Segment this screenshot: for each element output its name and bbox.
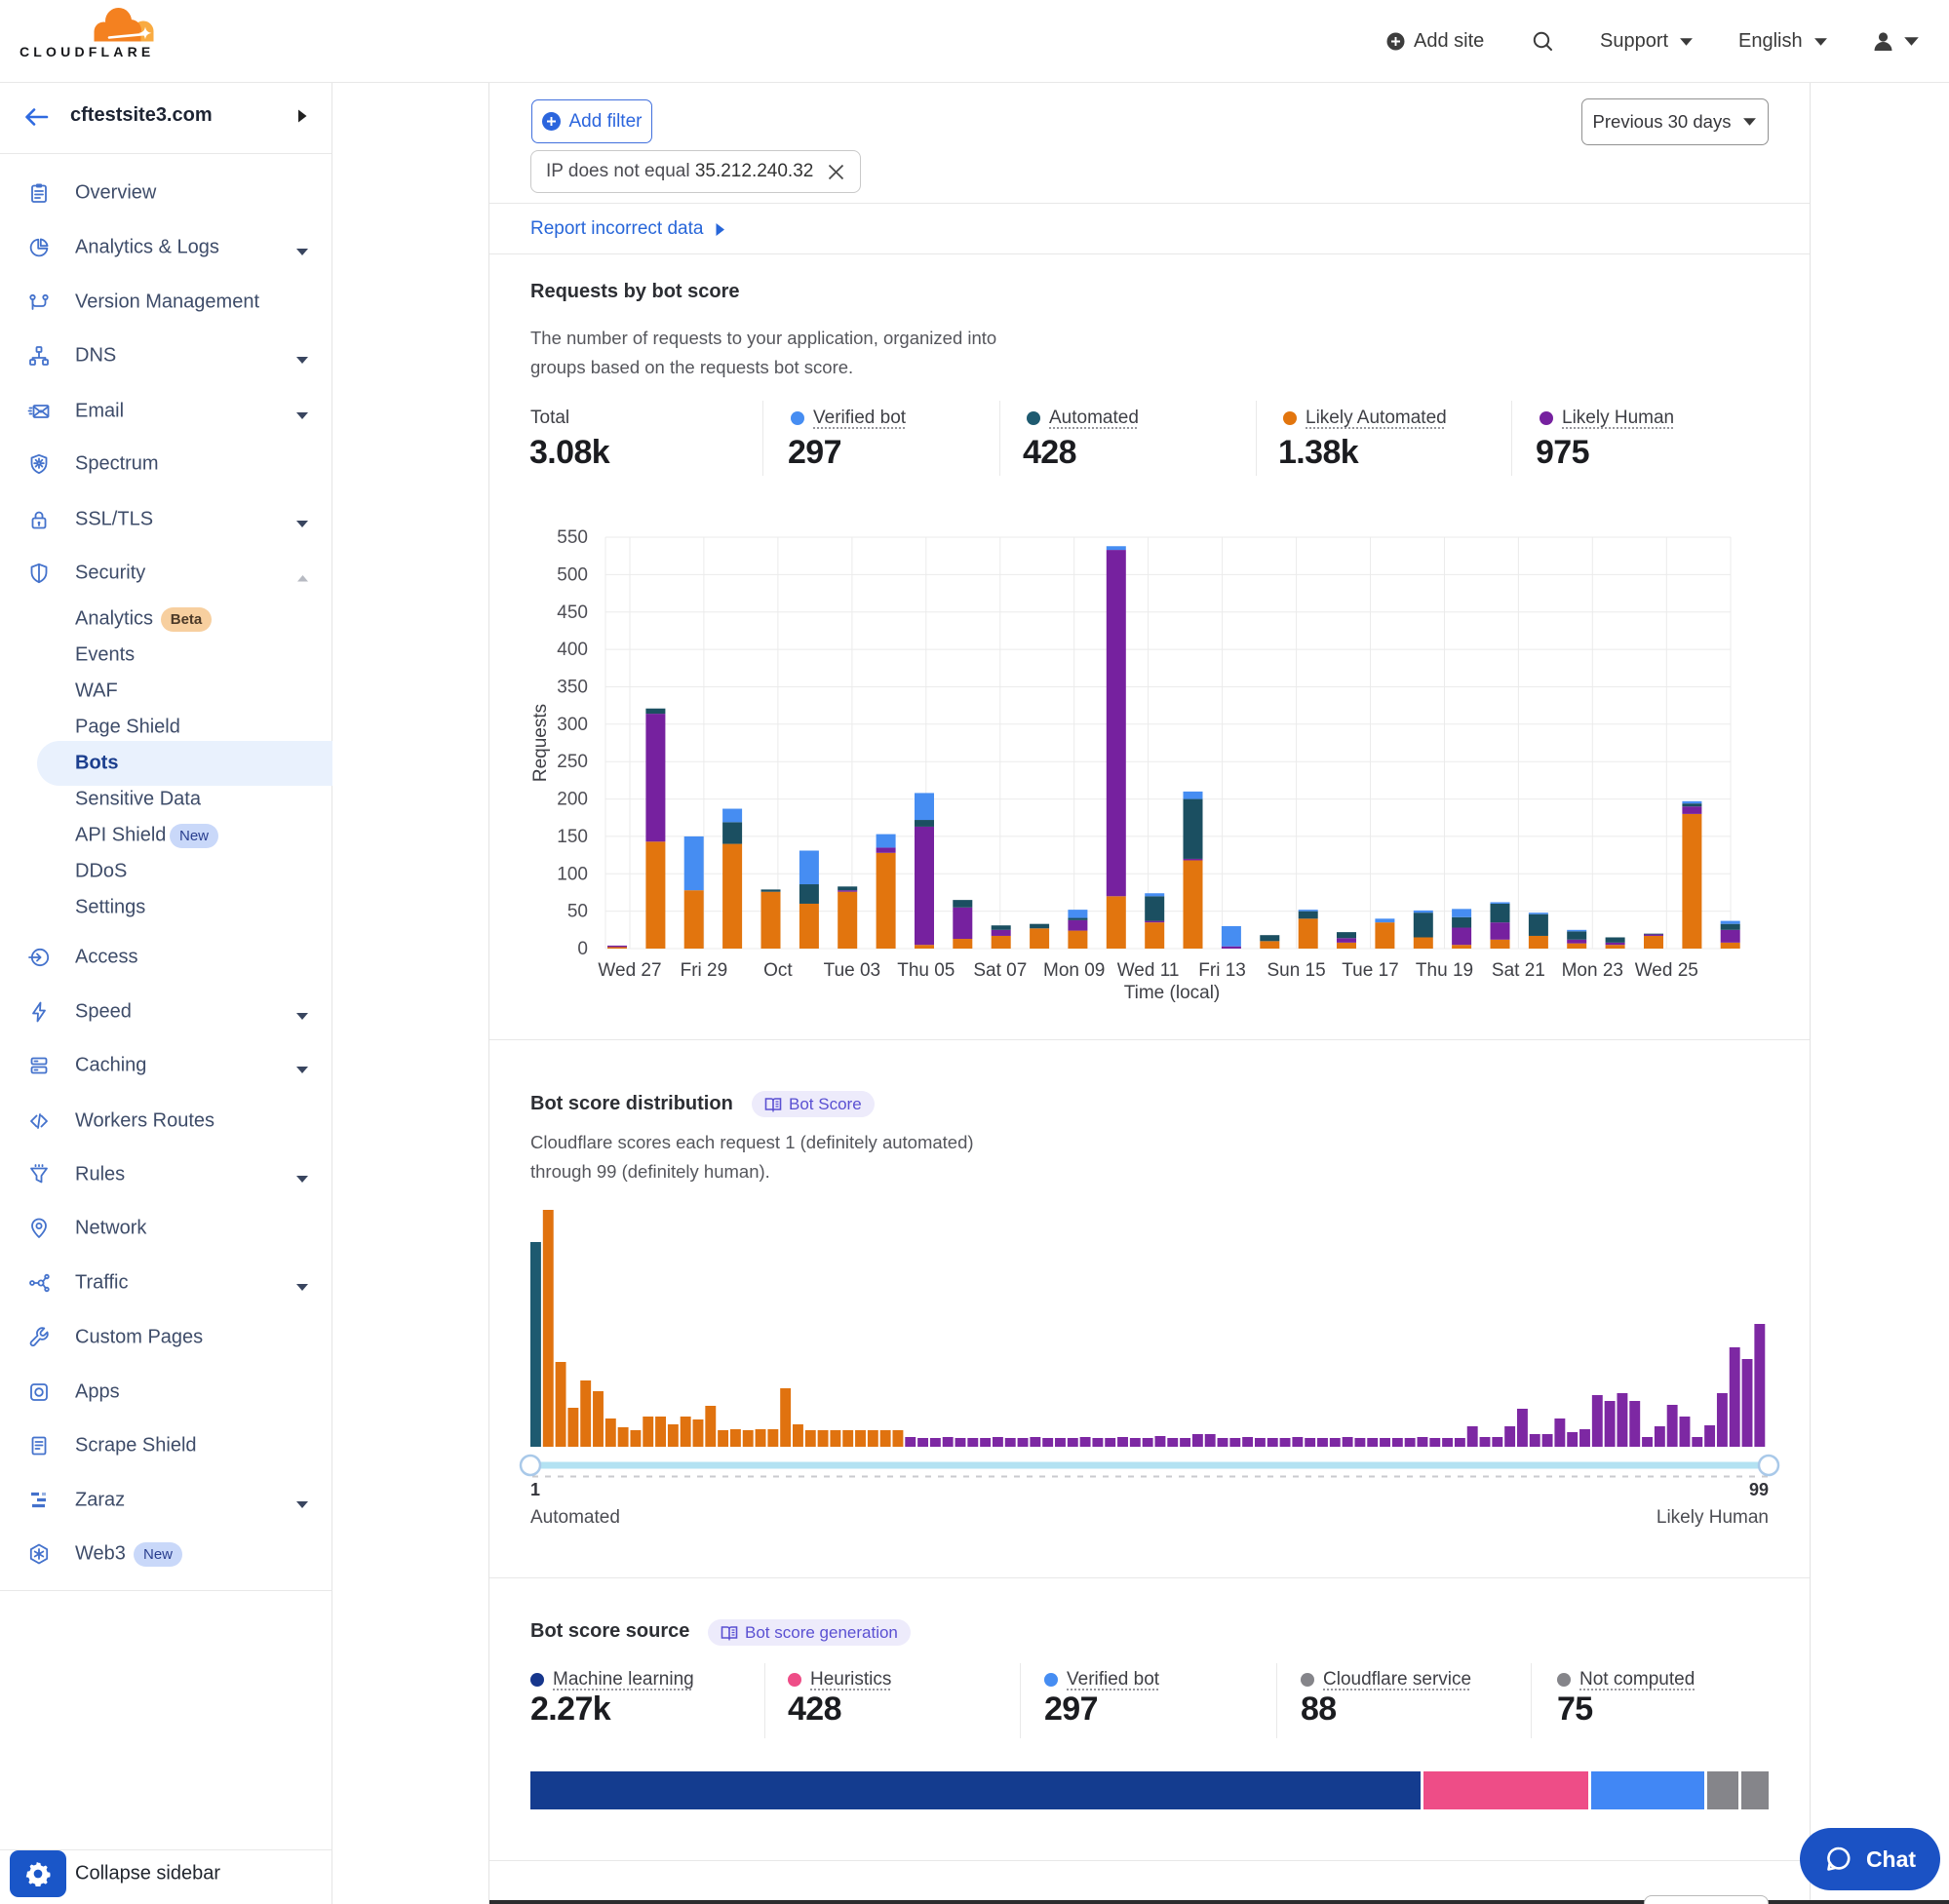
svg-text:Wed 25: Wed 25 (1635, 960, 1698, 981)
svg-text:Oct: Oct (763, 960, 793, 981)
svg-text:300: 300 (557, 715, 588, 735)
svg-text:50: 50 (567, 902, 588, 922)
svg-text:450: 450 (557, 602, 588, 623)
svg-text:Tue 17: Tue 17 (1342, 960, 1398, 981)
svg-text:100: 100 (557, 864, 588, 884)
svg-text:350: 350 (557, 678, 588, 698)
svg-text:Requests: Requests (530, 704, 551, 782)
svg-text:Sun 15: Sun 15 (1267, 960, 1325, 981)
svg-text:Sat 07: Sat 07 (973, 960, 1027, 981)
svg-text:500: 500 (557, 564, 588, 585)
svg-text:0: 0 (577, 939, 588, 959)
svg-text:Fri 13: Fri 13 (1198, 960, 1246, 981)
svg-text:550: 550 (557, 527, 588, 548)
svg-text:Wed 27: Wed 27 (598, 960, 661, 981)
svg-text:Wed 11: Wed 11 (1117, 960, 1180, 981)
svg-text:400: 400 (557, 640, 588, 660)
svg-text:250: 250 (557, 752, 588, 772)
svg-text:Mon 09: Mon 09 (1043, 960, 1105, 981)
svg-text:200: 200 (557, 790, 588, 810)
svg-text:Thu 05: Thu 05 (897, 960, 955, 981)
svg-text:Sat 21: Sat 21 (1492, 960, 1545, 981)
svg-text:Tue 03: Tue 03 (824, 960, 880, 981)
svg-text:Thu 19: Thu 19 (1416, 960, 1473, 981)
svg-text:Time (local): Time (local) (1124, 983, 1221, 1003)
svg-text:150: 150 (557, 827, 588, 847)
svg-text:Mon 23: Mon 23 (1562, 960, 1623, 981)
svg-text:Fri 29: Fri 29 (681, 960, 728, 981)
